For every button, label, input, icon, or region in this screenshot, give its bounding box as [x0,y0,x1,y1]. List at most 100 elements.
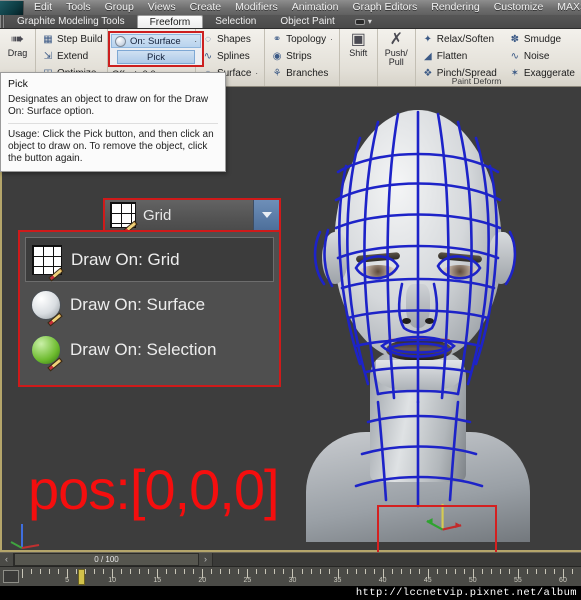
world-axis-tripod-icon [10,524,40,549]
ruler-tick [436,569,438,574]
topology-button[interactable]: ⚭ Topology · [269,31,335,47]
ruler-tick [481,569,483,574]
relax-soften-label: Relax/Soften [436,33,495,45]
max-logo-icon [0,0,24,15]
draw-on-selection-icon [31,334,63,372]
menu-bar: Edit Tools Group Views Create Modifiers … [0,0,581,15]
draw-on-dropdown-face[interactable]: Grid [105,200,253,235]
draw-on-surface-icon [31,289,63,327]
chin-geometry [376,360,462,392]
ruler-tick [373,569,375,574]
on-surface-button[interactable]: On: Surface · [111,34,201,48]
on-surface-caret-icon[interactable]: · [194,37,197,46]
flatten-button[interactable]: ◢ Flatten [420,48,499,64]
ruler-tick [229,569,231,574]
tab-freeform[interactable]: Freeform [136,15,204,28]
ruler-tick [490,569,492,574]
max-application-window: Edit Tools Group Views Create Modifiers … [0,0,581,600]
menu-item-maxscript[interactable]: MAXS [550,0,581,15]
ruler-tick [94,569,96,574]
pick-button[interactable]: Pick [117,50,195,64]
ruler-tick [301,569,303,574]
ruler-tick [130,569,132,574]
menu-item-group[interactable]: Group [98,0,141,15]
ruler-tick [76,569,78,574]
menu-item-tools[interactable]: Tools [59,0,98,15]
chevron-down-icon [261,212,272,218]
pencil-icon [47,311,63,327]
ruler-tick [211,569,213,574]
ribbon-minimize-control[interactable]: ▾ [354,17,372,26]
time-slider-next-button[interactable]: › [199,553,213,566]
step-build-button[interactable]: ▦ Step Build [40,31,105,47]
tab-selection[interactable]: Selection [203,15,268,28]
dropdown-option-draw-on-selection[interactable]: Draw On: Selection [25,327,274,372]
topology-caret-icon[interactable]: · [330,35,333,44]
nostril-right-geometry [425,318,434,324]
strips-label: Strips [286,50,312,62]
ruler-tick [40,569,42,574]
ruler-tick-label: 55 [513,577,522,584]
push-pull-icon: ✗ [389,31,403,48]
tab-object-paint[interactable]: Object Paint [268,15,346,28]
ruler-tick [364,569,366,574]
tab-graphite-modeling-tools[interactable]: Graphite Modeling Tools [5,15,137,28]
strips-button[interactable]: ◉ Strips [269,48,335,64]
shift-button-label: Shift [349,48,368,58]
menu-item-animation[interactable]: Animation [285,0,346,15]
menu-item-edit[interactable]: Edit [27,0,59,15]
step-build-label: Step Build [57,33,103,45]
time-slider-track[interactable] [213,553,581,566]
ruler-tick [193,569,195,574]
ear-right-geometry [488,232,514,284]
menu-item-modifiers[interactable]: Modifiers [228,0,285,15]
time-slider-prev-button[interactable]: ‹ [0,553,14,566]
draw-on-dropdown-toggle[interactable] [253,200,279,230]
minimize-ribbon-icon[interactable] [354,18,365,25]
ear-left-geometry [322,232,348,284]
shift-button[interactable]: ▣ Shift [344,31,373,86]
menu-item-create[interactable]: Create [183,0,229,15]
ruler-tick [22,569,23,578]
relax-soften-button[interactable]: ✦ Relax/Soften [420,31,499,47]
ruler-tick-label: 50 [468,577,477,584]
current-frame-cursor[interactable] [78,569,85,585]
menu-item-rendering[interactable]: Rendering [424,0,486,15]
surface-caret-icon[interactable]: · [255,69,258,78]
head-mesh[interactable] [298,102,538,542]
noise-button[interactable]: ∿ Noise [507,48,577,64]
draw-on-dropdown-value: Grid [143,206,172,224]
ruler-tick [148,569,150,574]
smudge-icon: ✽ [510,33,520,45]
ruler-tick [535,569,537,574]
chevron-down-icon[interactable]: ▾ [368,17,372,26]
step-build-icon: ▦ [43,33,53,45]
ruler-tick [139,569,141,574]
branches-button[interactable]: ⚘ Branches [269,65,335,81]
branches-icon: ⚘ [272,67,282,79]
menu-item-graph-editors[interactable]: Graph Editors [345,0,424,15]
mouth-geometry [386,340,452,360]
shapes-label: Shapes [216,33,251,45]
time-slider-frame-readout[interactable]: 0 / 100 [14,553,199,566]
ruler-tick [184,569,186,574]
menu-item-customize[interactable]: Customize [487,0,551,15]
ruler-tick [256,569,258,574]
splines-button[interactable]: ∿ Splines [200,48,260,64]
extend-button[interactable]: ⇲ Extend [40,48,105,64]
track-bar[interactable]: 5 10 15 20 25 30 35 40 45 50 55 60 [0,566,581,586]
topology-icon: ⚭ [272,33,282,45]
smudge-button[interactable]: ✽ Smudge [507,31,577,47]
key-filter-icon[interactable] [3,570,19,583]
dropdown-option-draw-on-grid[interactable]: Draw On: Grid [25,237,274,282]
shapes-button[interactable]: ◌ Shapes [200,31,260,47]
ruler-tick-label: 45 [423,577,432,584]
dropdown-option-draw-on-surface[interactable]: Draw On: Surface [25,282,274,327]
tooltip-usage: Usage: Click the Pick button, and then c… [8,129,214,164]
mouth-highlight-edge [388,338,450,341]
smudge-label: Smudge [523,33,562,45]
draw-on-dropdown-button[interactable]: Grid [103,198,281,235]
tooltip-divider [8,123,218,124]
eye-right-geometry [442,265,478,278]
menu-item-views[interactable]: Views [141,0,183,15]
